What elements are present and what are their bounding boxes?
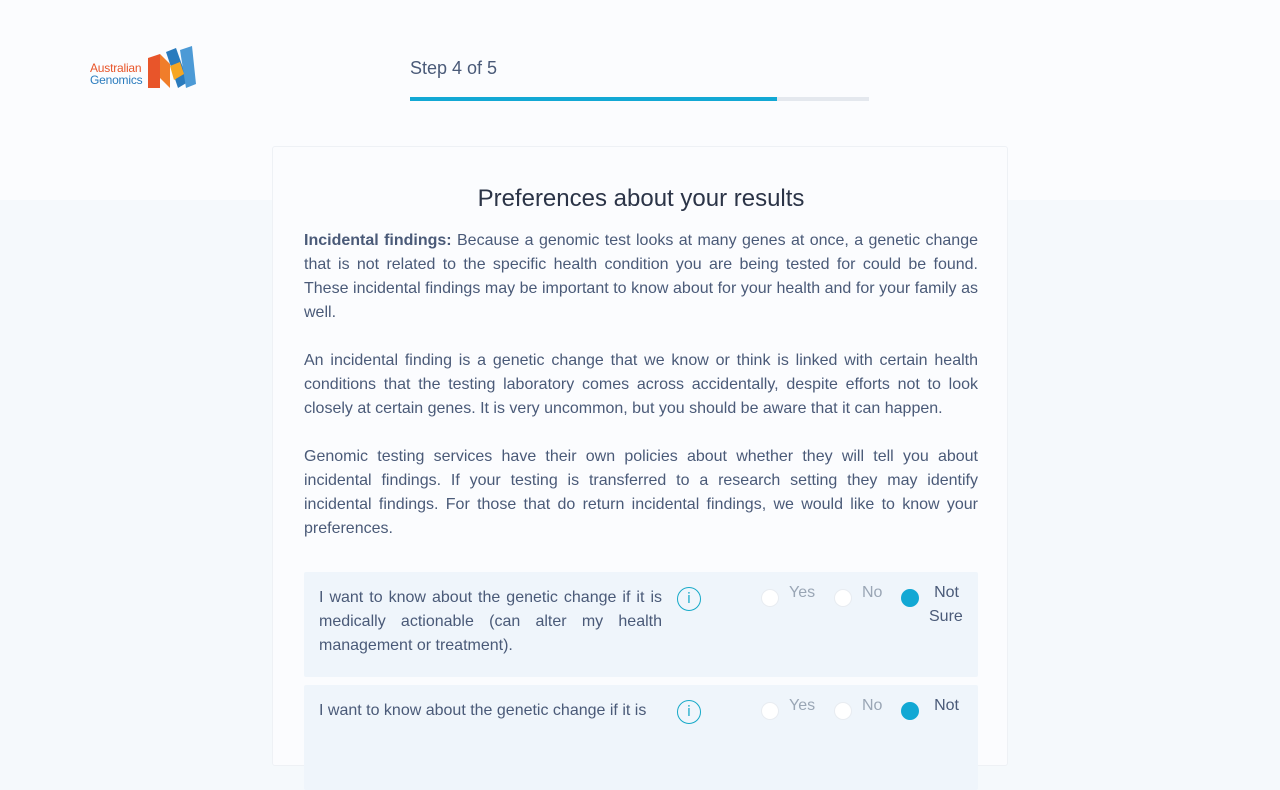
page-title: Preferences about your results — [477, 185, 805, 212]
option-yes-label: Yes — [789, 697, 816, 714]
option-no-label: No — [862, 584, 883, 601]
question-text: I want to know about the genetic change … — [319, 589, 662, 654]
progress-bar — [410, 97, 869, 101]
question-text: I want to know about the genetic change … — [319, 702, 647, 719]
option-no-label: No — [862, 697, 883, 714]
question-actionable: I want to know about the genetic change … — [304, 572, 978, 677]
info-icon[interactable]: i — [677, 700, 701, 724]
card-body: Incidental findings: Because a genomic t… — [304, 229, 978, 565]
info-icon[interactable]: i — [677, 587, 701, 611]
radio-not-sure[interactable] — [901, 702, 919, 720]
brand-logo[interactable]: Australian Genomics — [90, 44, 200, 92]
radio-no[interactable] — [834, 589, 852, 607]
paragraph-3: Genomic testing services have their own … — [304, 448, 978, 537]
option-not-sure-label: Not — [934, 697, 959, 714]
brand-name-line2: Genomics — [90, 73, 143, 87]
progress-fill — [410, 97, 778, 101]
option-yes-label: Yes — [789, 584, 816, 601]
intro-paragraph: Incidental findings: Because a genomic t… — [304, 229, 978, 325]
intro-bold: Incidental findings: — [304, 232, 452, 249]
radio-not-sure[interactable] — [901, 589, 919, 607]
radio-yes[interactable] — [761, 702, 779, 720]
radio-yes[interactable] — [761, 589, 779, 607]
question-second: I want to know about the genetic change … — [304, 685, 978, 790]
preferences-card: Preferences about your results Incidenta… — [272, 146, 1008, 790]
radio-no[interactable] — [834, 702, 852, 720]
brand-mark-icon — [148, 46, 196, 88]
paragraph-2: An incidental finding is a genetic chang… — [304, 352, 978, 417]
step-indicator: Step 4 of 5 — [410, 58, 498, 78]
option-not-sure-label: Not Sure — [929, 584, 963, 625]
